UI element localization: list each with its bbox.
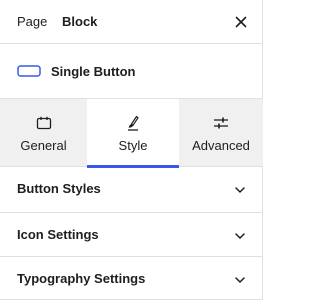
tab-general-label: General bbox=[20, 138, 67, 153]
block-card: Single Button bbox=[0, 44, 263, 99]
section-typography-settings[interactable]: Typography Settings bbox=[0, 257, 263, 300]
brush-icon bbox=[128, 115, 139, 131]
tab-block[interactable]: Block bbox=[62, 0, 97, 44]
tab-advanced-label: Advanced bbox=[192, 138, 250, 153]
settings-tabs: General Style Advanced bbox=[0, 99, 263, 168]
tab-block-label: Block bbox=[62, 14, 98, 29]
tab-general[interactable]: General bbox=[0, 99, 87, 167]
close-button[interactable] bbox=[230, 11, 252, 33]
section-icon-settings[interactable]: Icon Settings bbox=[0, 213, 263, 257]
chevron-down-icon bbox=[235, 187, 245, 193]
block-settings-panel: Page Block Single Button General Style A… bbox=[0, 0, 263, 300]
section-button-styles-label: Button Styles bbox=[17, 181, 101, 196]
chevron-down-icon bbox=[235, 277, 245, 283]
calendar-icon bbox=[36, 116, 51, 130]
tab-page[interactable]: Page bbox=[17, 0, 47, 44]
tab-style[interactable]: Style bbox=[87, 99, 179, 168]
tab-advanced[interactable]: Advanced bbox=[179, 99, 263, 167]
sliders-icon bbox=[214, 117, 228, 129]
tab-style-label: Style bbox=[118, 138, 148, 153]
button-icon bbox=[17, 65, 41, 77]
section-icon-settings-label: Icon Settings bbox=[17, 227, 99, 242]
close-icon bbox=[235, 16, 247, 28]
section-typography-settings-label: Typography Settings bbox=[17, 271, 146, 286]
chevron-down-icon bbox=[235, 233, 245, 239]
block-title: Single Button bbox=[51, 64, 136, 79]
sidebar-tabs-header: Page Block bbox=[0, 0, 263, 44]
section-button-styles[interactable]: Button Styles bbox=[0, 167, 263, 213]
